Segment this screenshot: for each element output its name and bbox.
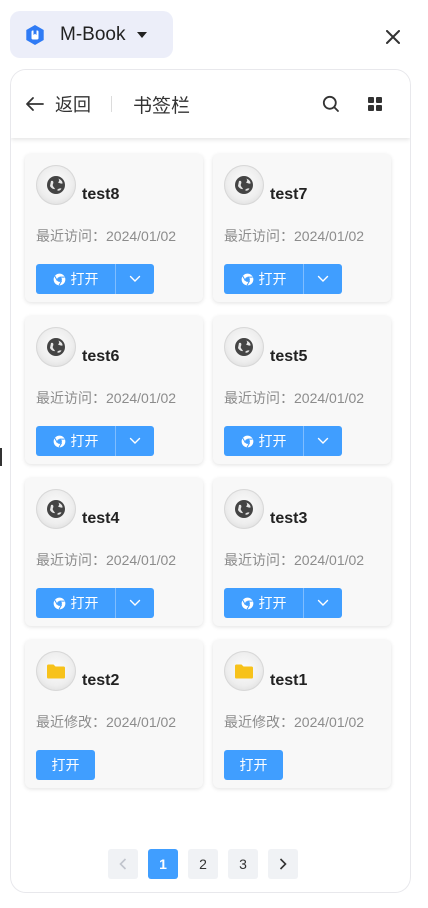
open-split-button: 打开 xyxy=(36,426,154,456)
chevron-down-icon xyxy=(317,275,329,283)
open-options-dropdown[interactable] xyxy=(304,264,342,294)
bookmark-card[interactable]: test6 最近访问：2024/01/02 打开 xyxy=(25,316,203,464)
close-button[interactable] xyxy=(380,24,406,50)
app-logo-icon xyxy=(24,24,46,46)
chevron-down-icon xyxy=(129,275,141,283)
card-timestamp: 最近访问：2024/01/02 xyxy=(36,228,177,244)
grid-view-button[interactable] xyxy=(363,92,387,116)
app-switcher[interactable]: M-Book xyxy=(10,11,173,58)
open-button-label: 打开 xyxy=(70,271,99,287)
grid-icon xyxy=(368,97,382,111)
edge-handle[interactable] xyxy=(0,448,2,466)
open-folder-button[interactable]: 打开 xyxy=(224,750,283,780)
open-options-dropdown[interactable] xyxy=(304,426,342,456)
globe-icon xyxy=(36,165,76,205)
browser-icon xyxy=(53,273,66,286)
browser-icon xyxy=(53,435,66,448)
pagination: 1 2 3 xyxy=(108,849,298,879)
browser-icon xyxy=(241,273,254,286)
open-button-label: 打开 xyxy=(70,433,99,449)
arrow-left-icon xyxy=(26,97,44,111)
bookmark-grid: test8 最近访问：2024/01/02 打开 test7 最近访问：2024/01/… xyxy=(25,154,393,788)
folder-icon xyxy=(224,651,264,691)
open-split-button: 打开 xyxy=(36,588,154,618)
open-split-button: 打开 xyxy=(224,264,342,294)
open-button[interactable]: 打开 xyxy=(36,588,115,618)
close-icon xyxy=(386,30,400,44)
open-button[interactable]: 打开 xyxy=(224,426,303,456)
bookmark-panel: 返回 书签栏 test8 最近访问：2024/01/02 打开 test7 最近访问：2… xyxy=(10,69,411,893)
card-timestamp: 最近修改：2024/01/02 xyxy=(36,714,177,730)
back-button[interactable]: 返回 xyxy=(25,91,91,117)
page-title: 书签栏 xyxy=(133,95,191,117)
panel-header: 返回 书签栏 xyxy=(11,70,410,138)
card-title: test4 xyxy=(82,510,120,527)
bookmark-card[interactable]: test3 最近访问：2024/01/02 打开 xyxy=(213,478,391,626)
globe-icon xyxy=(224,327,264,367)
globe-icon xyxy=(224,165,264,205)
search-icon xyxy=(322,95,339,112)
chevron-right-icon xyxy=(279,858,287,870)
chevron-down-icon xyxy=(129,599,141,607)
card-timestamp: 最近访问：2024/01/02 xyxy=(224,390,365,406)
card-title: test3 xyxy=(270,510,308,527)
open-options-dropdown[interactable] xyxy=(116,426,154,456)
open-button[interactable]: 打开 xyxy=(224,588,303,618)
open-button-label: 打开 xyxy=(70,595,99,611)
card-title: test7 xyxy=(270,186,308,203)
search-button[interactable] xyxy=(319,92,343,116)
card-title: test5 xyxy=(270,348,308,365)
open-button[interactable]: 打开 xyxy=(224,264,303,294)
back-label: 返回 xyxy=(55,95,91,115)
open-options-dropdown[interactable] xyxy=(116,588,154,618)
open-button-label: 打开 xyxy=(258,271,287,287)
app-name: M-Book xyxy=(60,23,126,45)
bookmark-card[interactable]: test5 最近访问：2024/01/02 打开 xyxy=(213,316,391,464)
chevron-down-icon xyxy=(317,599,329,607)
page-button-2[interactable]: 2 xyxy=(188,849,218,879)
open-button-label: 打开 xyxy=(258,433,287,449)
card-title: test1 xyxy=(270,672,308,689)
page-button-1[interactable]: 1 xyxy=(148,849,178,879)
folder-card[interactable]: test1 最近修改：2024/01/02 打开 xyxy=(213,640,391,788)
chevron-left-icon xyxy=(119,858,127,870)
card-timestamp: 最近访问：2024/01/02 xyxy=(36,390,177,406)
globe-icon xyxy=(36,489,76,529)
card-timestamp: 最近访问：2024/01/02 xyxy=(36,552,177,568)
caret-down-icon xyxy=(137,31,148,38)
header-divider xyxy=(111,96,112,112)
card-title: test6 xyxy=(82,348,120,365)
open-options-dropdown[interactable] xyxy=(116,264,154,294)
open-button[interactable]: 打开 xyxy=(36,426,115,456)
card-timestamp: 最近修改：2024/01/02 xyxy=(224,714,365,730)
card-title: test8 xyxy=(82,186,120,203)
open-split-button: 打开 xyxy=(224,588,342,618)
open-button[interactable]: 打开 xyxy=(36,264,115,294)
card-timestamp: 最近访问：2024/01/02 xyxy=(224,552,365,568)
folder-icon xyxy=(36,651,76,691)
globe-icon xyxy=(36,327,76,367)
browser-icon xyxy=(241,435,254,448)
prev-page-button[interactable] xyxy=(108,849,138,879)
open-button-label: 打开 xyxy=(258,595,287,611)
bookmark-card[interactable]: test8 最近访问：2024/01/02 打开 xyxy=(25,154,203,302)
bookmark-card[interactable]: test4 最近访问：2024/01/02 打开 xyxy=(25,478,203,626)
chevron-down-icon xyxy=(317,437,329,445)
browser-icon xyxy=(241,597,254,610)
browser-icon xyxy=(53,597,66,610)
chevron-down-icon xyxy=(129,437,141,445)
next-page-button[interactable] xyxy=(268,849,298,879)
open-options-dropdown[interactable] xyxy=(304,588,342,618)
card-timestamp: 最近访问：2024/01/02 xyxy=(224,228,365,244)
card-title: test2 xyxy=(82,672,120,689)
open-split-button: 打开 xyxy=(36,264,154,294)
bookmark-card[interactable]: test7 最近访问：2024/01/02 打开 xyxy=(213,154,391,302)
folder-card[interactable]: test2 最近修改：2024/01/02 打开 xyxy=(25,640,203,788)
open-split-button: 打开 xyxy=(224,426,342,456)
open-folder-button[interactable]: 打开 xyxy=(36,750,95,780)
globe-icon xyxy=(224,489,264,529)
page-button-3[interactable]: 3 xyxy=(228,849,258,879)
